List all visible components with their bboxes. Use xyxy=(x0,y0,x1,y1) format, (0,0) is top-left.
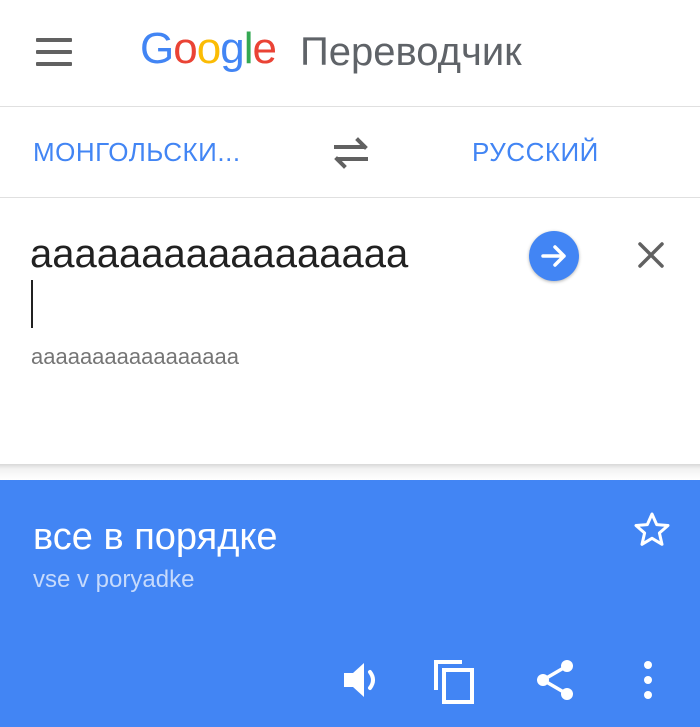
translation-text: все в порядке xyxy=(33,516,278,558)
share-icon[interactable] xyxy=(534,658,576,702)
target-language-button[interactable]: РУССКИЙ xyxy=(472,137,599,168)
logo-letter-o1: o xyxy=(173,24,198,73)
source-romanization: aaaaaaaaaaaaaaaaa xyxy=(31,344,240,369)
source-language-button[interactable]: МОНГОЛЬСКИ... xyxy=(33,137,241,168)
hamburger-menu-icon[interactable] xyxy=(36,38,72,66)
source-text-input[interactable]: ааааааааааааааааа xyxy=(30,232,408,277)
translation-result-card: все в порядке vse v poryadke xyxy=(0,480,700,727)
more-vert-icon[interactable] xyxy=(636,658,660,702)
google-logo: Google xyxy=(140,24,277,74)
translate-go-button[interactable] xyxy=(529,231,579,281)
source-input-area[interactable]: ааааааааааааааааа aaaaaaaaaaaaaaaaa xyxy=(0,198,700,464)
card-divider xyxy=(0,464,700,480)
copy-icon[interactable] xyxy=(432,658,478,704)
star-outline-icon[interactable] xyxy=(632,510,672,550)
logo-letter-e: e xyxy=(252,24,277,73)
swap-arrows-icon[interactable] xyxy=(328,135,374,171)
arrow-right-icon xyxy=(541,245,566,267)
logo-letter-o2: o xyxy=(196,24,222,73)
text-cursor xyxy=(31,280,33,328)
language-bar: МОНГОЛЬСКИ... РУССКИЙ xyxy=(0,107,700,198)
logo-letter-g1: G xyxy=(140,24,174,73)
translation-transliteration: vse v poryadke xyxy=(33,566,195,593)
app-bar: Google Переводчик xyxy=(0,0,700,107)
speaker-icon[interactable] xyxy=(340,658,386,702)
close-icon[interactable] xyxy=(634,238,668,272)
app-title: Переводчик xyxy=(300,30,522,74)
logo-letter-g2: g xyxy=(220,24,245,73)
